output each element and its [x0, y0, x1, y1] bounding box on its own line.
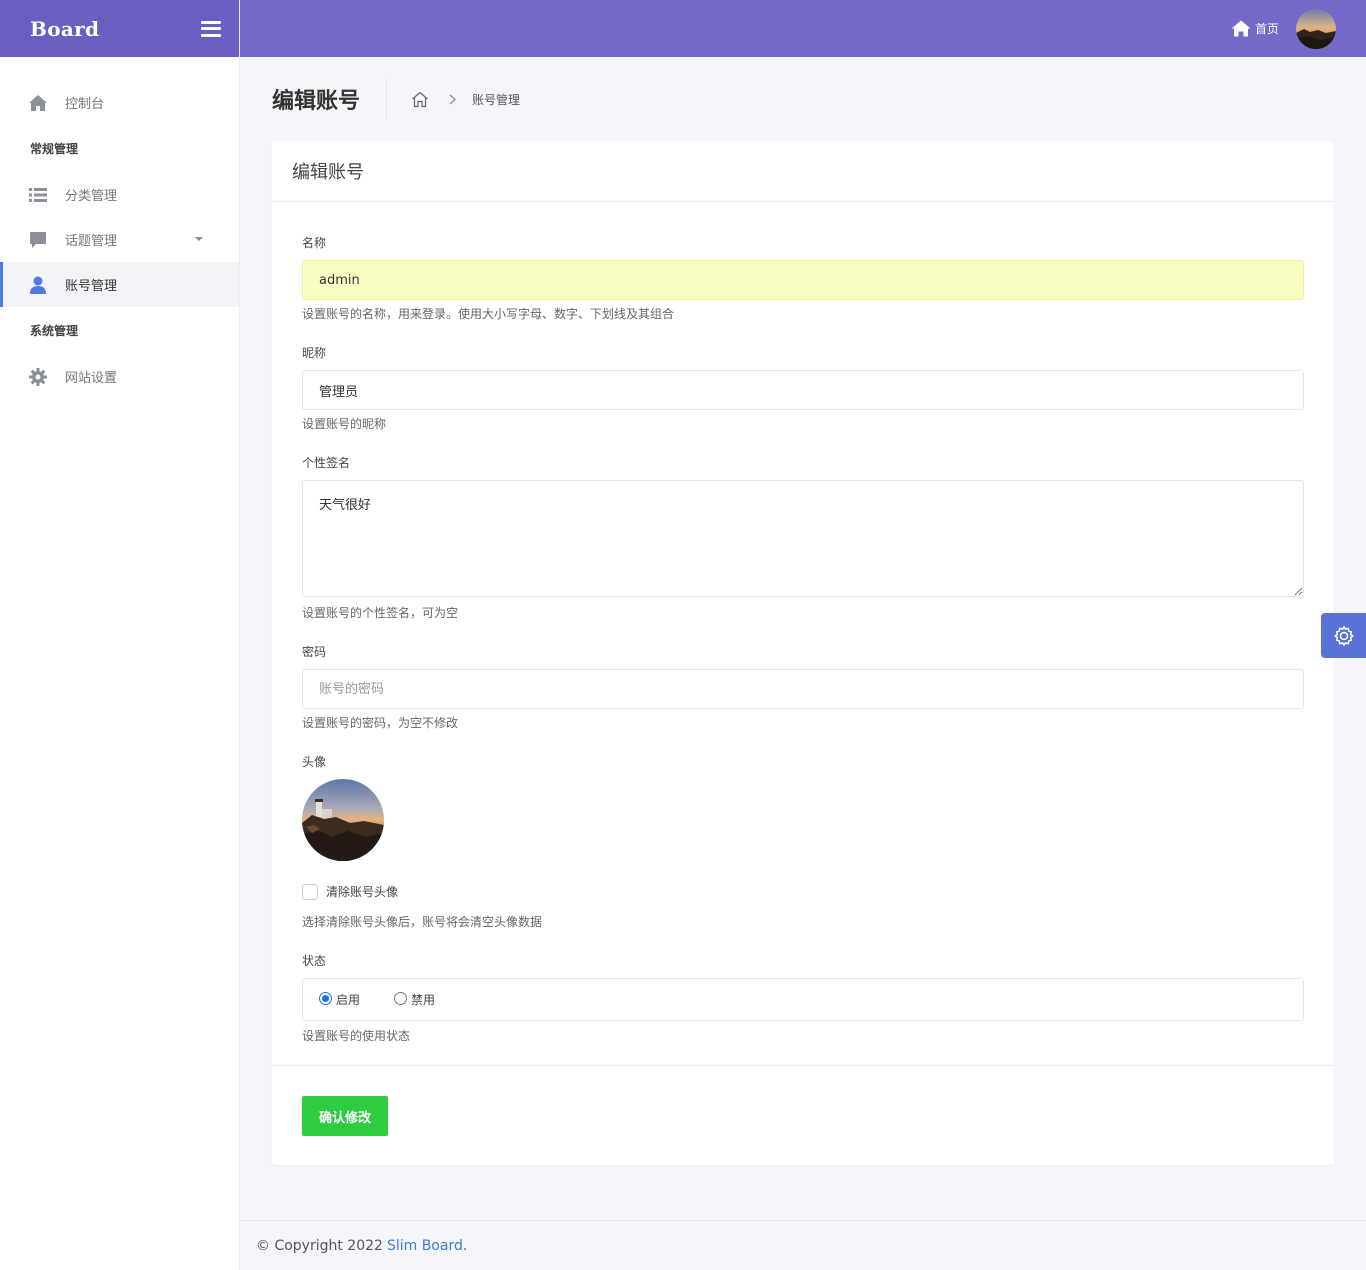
sidebar: Board 控制台 常规管理 分类管理 话题管理 账号管理 系统管理 网站设置: [0, 0, 240, 1270]
nickname-label: 昵称: [302, 346, 327, 360]
user-avatar[interactable]: [1296, 8, 1336, 49]
radio-dot-checked[interactable]: [319, 992, 332, 1005]
chevron-right-icon: [449, 94, 456, 105]
avatar-help: 选择清除账号头像后，账号将会清空头像数据: [302, 915, 543, 929]
name-input[interactable]: [302, 260, 1304, 300]
status-enable-label[interactable]: 启用: [336, 991, 360, 1008]
sidebar-item-account[interactable]: 账号管理: [0, 262, 239, 307]
status-label: 状态: [302, 954, 327, 968]
list-icon: [28, 185, 48, 205]
name-group: 名称 设置账号的名称，用来登录。使用大小写字母、数字、下划线及其组合: [302, 235, 1304, 322]
page-header: 编辑账号 账号管理: [240, 57, 1366, 141]
sidebar-item-label: 网站设置: [65, 371, 118, 386]
sidebar-item-category[interactable]: 分类管理: [0, 172, 239, 217]
clear-avatar-label[interactable]: 清除账号头像: [326, 883, 398, 900]
signature-textarea[interactable]: 天气很好: [302, 480, 1304, 597]
password-label: 密码: [302, 645, 327, 659]
chevron-down-icon: [195, 237, 203, 241]
brand-bar: Board: [0, 0, 239, 57]
card-footer: 确认修改: [272, 1065, 1334, 1166]
main-content: 编辑账号 账号管理 编辑账号 名称 设置账号的名称，用来登录。使用大小写字母、数…: [240, 57, 1366, 1165]
password-group: 密码 设置账号的密码，为空不修改: [302, 644, 1304, 731]
topbar: 首页: [240, 0, 1366, 57]
page-footer: © Copyright 2022 Slim Board .: [240, 1220, 1366, 1270]
menu-toggle-icon[interactable]: [201, 20, 221, 37]
copyright-text: © Copyright 2022: [256, 1237, 383, 1254]
status-help: 设置账号的使用状态: [302, 1029, 411, 1043]
comment-icon: [28, 230, 48, 250]
brand-logo[interactable]: Board: [30, 17, 99, 41]
edit-account-card: 编辑账号 名称 设置账号的名称，用来登录。使用大小写字母、数字、下划线及其组合 …: [272, 141, 1334, 1165]
sidebar-item-label: 控制台: [65, 97, 105, 112]
sidebar-section-system: 系统管理: [30, 324, 79, 338]
nickname-input[interactable]: [302, 370, 1304, 410]
home-link[interactable]: 首页: [1231, 20, 1279, 37]
signature-help: 设置账号的个性签名，可为空: [302, 606, 459, 620]
home-link-label: 首页: [1254, 22, 1279, 36]
clear-avatar-checkbox[interactable]: [302, 883, 318, 900]
gear-icon: [1333, 625, 1355, 647]
submit-button[interactable]: 确认修改: [302, 1096, 388, 1136]
signature-label: 个性签名: [302, 456, 351, 470]
nickname-group: 昵称 设置账号的昵称: [302, 345, 1304, 432]
status-enable-radio[interactable]: 启用: [319, 991, 360, 1008]
footer-link[interactable]: Slim Board: [387, 1238, 463, 1254]
signature-group: 个性签名 天气很好 设置账号的个性签名，可为空: [302, 455, 1304, 621]
radio-dot[interactable]: [394, 992, 408, 1005]
nickname-help: 设置账号的昵称: [302, 417, 387, 431]
card-title: 编辑账号: [272, 141, 1334, 202]
sidebar-item-dashboard[interactable]: 控制台: [0, 80, 239, 125]
status-disable-label[interactable]: 禁用: [411, 991, 435, 1008]
password-help: 设置账号的密码，为空不修改: [302, 716, 459, 730]
home-icon: [28, 93, 48, 113]
password-input[interactable]: [302, 669, 1304, 709]
sidebar-section-general: 常规管理: [30, 142, 79, 156]
gear-icon: [28, 367, 48, 387]
clear-avatar-row[interactable]: 清除账号头像: [302, 883, 1304, 900]
status-radio-group: 启用 禁用: [302, 978, 1304, 1021]
avatar-preview: [302, 779, 384, 861]
footer-suffix: .: [462, 1237, 468, 1254]
sidebar-item-site-settings[interactable]: 网站设置: [0, 354, 239, 399]
name-label: 名称: [302, 236, 327, 250]
home-icon: [1231, 20, 1251, 37]
sidebar-nav: 控制台 常规管理 分类管理 话题管理 账号管理 系统管理 网站设置: [0, 57, 239, 399]
status-disable-radio[interactable]: 禁用: [394, 991, 435, 1008]
user-icon: [28, 275, 48, 295]
sidebar-item-topic[interactable]: 话题管理: [0, 217, 239, 262]
status-group: 状态 启用 禁用 设置账号的使用状态: [302, 953, 1304, 1044]
avatar-label: 头像: [302, 755, 327, 769]
sidebar-item-label: 账号管理: [65, 279, 118, 294]
settings-fab[interactable]: [1321, 613, 1366, 658]
breadcrumb-home-icon[interactable]: [411, 91, 429, 108]
name-help: 设置账号的名称，用来登录。使用大小写字母、数字、下划线及其组合: [302, 307, 675, 321]
edit-account-form: 名称 设置账号的名称，用来登录。使用大小写字母、数字、下划线及其组合 昵称 设置…: [272, 202, 1334, 1044]
avatar-group: 头像 清除账号头像 选择清除账号头像后，账号将会清空头像数据: [302, 754, 1304, 930]
sidebar-item-label: 分类管理: [65, 189, 118, 204]
sidebar-item-label: 话题管理: [65, 234, 118, 249]
breadcrumb: 账号管理: [387, 91, 520, 108]
page-title: 编辑账号: [272, 78, 388, 120]
breadcrumb-current: 账号管理: [472, 92, 521, 107]
